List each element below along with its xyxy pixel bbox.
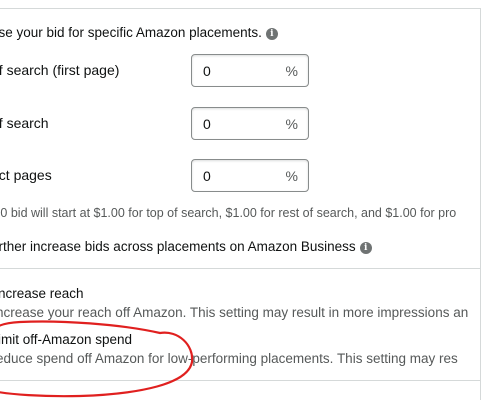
placement-intro-text: ase your bid for specific Amazon placeme…: [0, 25, 262, 40]
rest-of-search-label: of search: [0, 115, 49, 131]
top-of-search-percent-input[interactable]: 0 %: [191, 54, 309, 87]
bid-summary-text: .00 bid will start at $1.00 for top of s…: [0, 206, 457, 220]
top-of-search-value[interactable]: 0: [203, 63, 211, 79]
amazon-business-checkbox-row[interactable]: urther increase bids across placements o…: [0, 239, 372, 254]
product-pages-value[interactable]: 0: [203, 168, 211, 184]
increase-reach-description: ncrease your reach off Amazon. This sett…: [0, 305, 469, 320]
percent-suffix: %: [285, 63, 298, 79]
product-pages-label: uct pages: [0, 167, 52, 183]
product-pages-percent-input[interactable]: 0 %: [191, 159, 309, 192]
info-icon[interactable]: i: [359, 242, 372, 254]
increase-reach-option[interactable]: ncrease reach: [0, 286, 84, 301]
section-divider: [0, 268, 480, 269]
top-of-search-label: of search (first page): [0, 62, 120, 78]
limit-off-amazon-spend-description: educe spend off Amazon for low-performin…: [0, 351, 458, 366]
placement-settings-panel: ase your bid for specific Amazon placeme…: [0, 0, 500, 400]
percent-suffix: %: [285, 116, 298, 132]
rest-of-search-percent-input[interactable]: 0 %: [191, 107, 309, 140]
rest-of-search-value[interactable]: 0: [203, 116, 211, 132]
percent-suffix: %: [285, 168, 298, 184]
limit-off-amazon-spend-option[interactable]: imit off-Amazon spend: [0, 332, 132, 347]
panel-top-border: [0, 8, 480, 9]
info-icon[interactable]: i: [265, 28, 278, 40]
amazon-business-label: urther increase bids across placements o…: [0, 239, 356, 254]
placement-intro: ase your bid for specific Amazon placeme…: [0, 25, 278, 40]
panel-bottom-border: [0, 380, 480, 381]
panel-right-border: [480, 8, 481, 400]
